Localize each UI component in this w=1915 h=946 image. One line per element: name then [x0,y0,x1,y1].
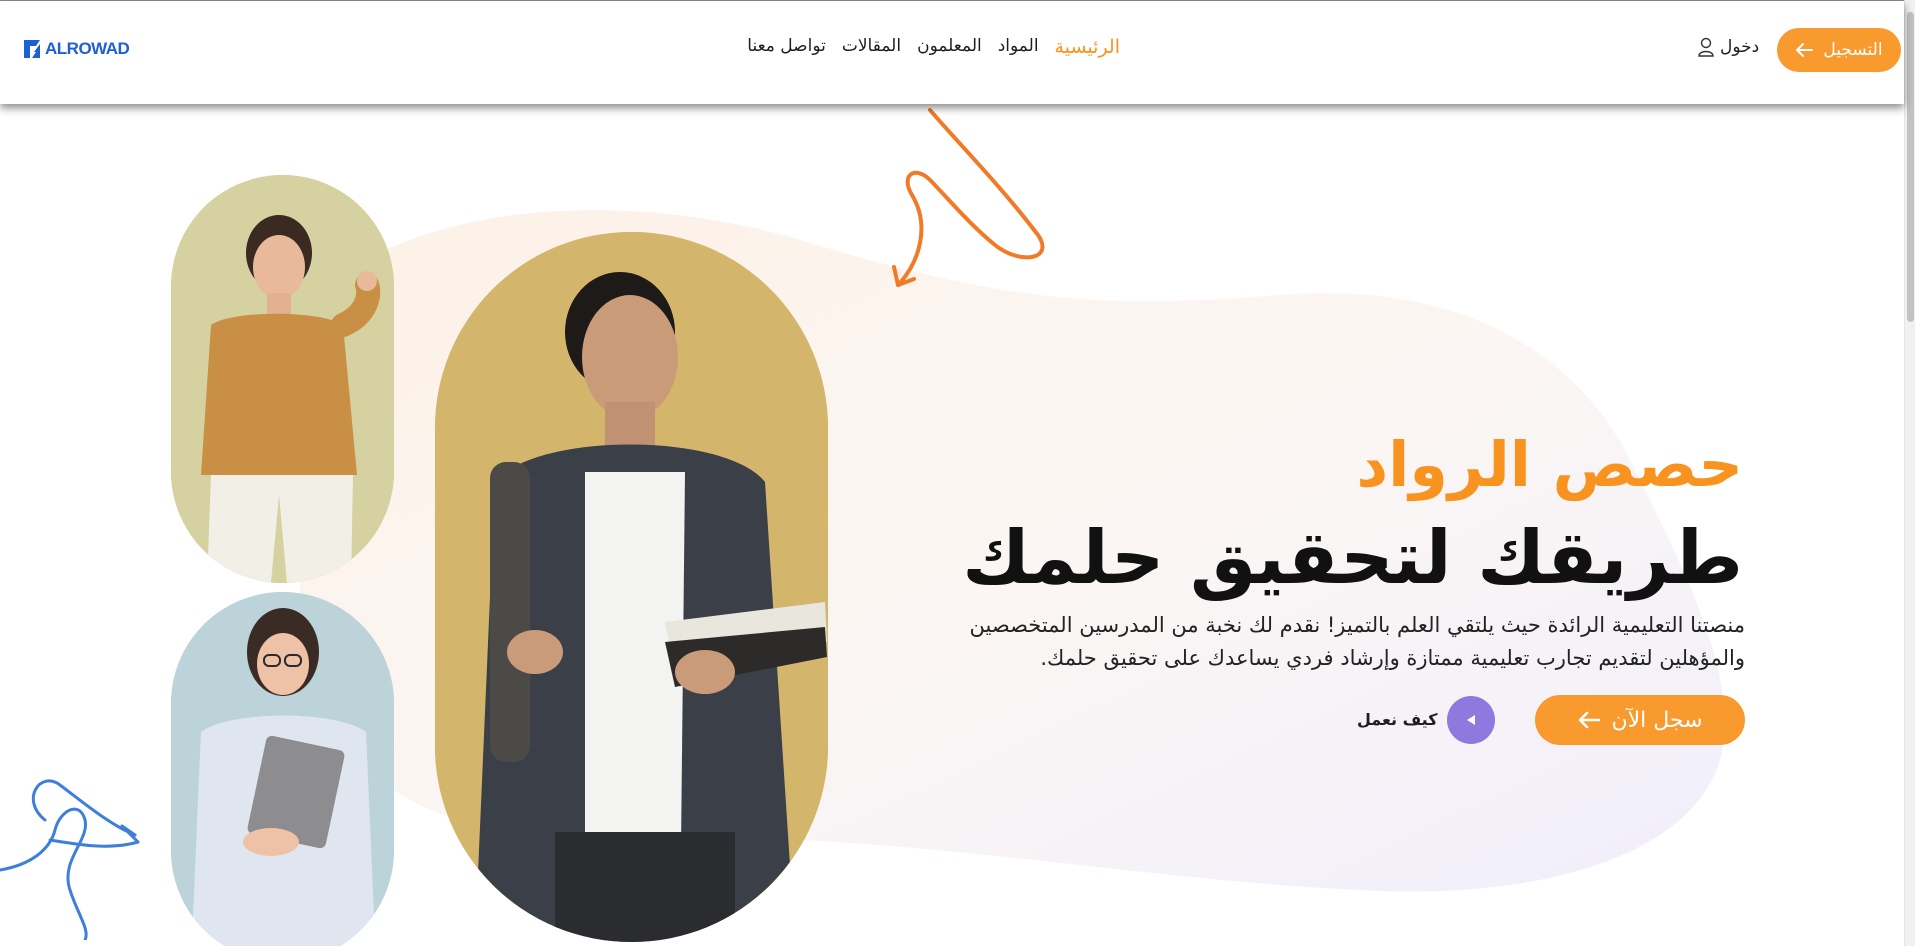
play-icon [1467,715,1475,725]
play-video-button[interactable] [1447,696,1495,744]
logo-text: ALROWAD [45,39,130,58]
page-scrollbar[interactable] [1904,0,1915,946]
how-we-work-link[interactable]: كيف نعمل [1357,710,1438,729]
page: ALROWAD الرئيسية المواد المعلمون المقالا… [0,0,1915,946]
decorative-orange-squiggle [892,108,1045,287]
student-photo-woman-pointing [171,175,394,583]
nav-item-home[interactable]: الرئيسية [1055,36,1120,58]
signup-now-button[interactable]: سجل الآن [1535,695,1745,745]
nav-item-articles[interactable]: المقالات [842,36,901,58]
nav-item-contact[interactable]: تواصل معنا [747,36,826,58]
scrollbar-thumb[interactable] [1907,12,1914,322]
hero-description: منصتنا التعليمية الرائدة حيث يلتقي العلم… [969,613,1745,670]
logo-mark-icon [24,40,40,58]
login-link[interactable]: دخول [1698,37,1759,57]
signup-now-label: سجل الآن [1611,707,1703,733]
register-button[interactable]: التسجيل [1777,28,1901,72]
register-label: التسجيل [1823,40,1883,60]
login-label: دخول [1720,37,1760,57]
hero-title-tagline: طريقك لتحقيق حلمك [962,515,1743,601]
main-nav: الرئيسية المواد المعلمون المقالات تواصل … [700,36,1120,58]
nav-item-teachers[interactable]: المعلمون [917,36,982,58]
arrow-left-icon [1579,711,1601,729]
arrow-left-icon [1796,43,1814,57]
hero-title-brand: حصص الرواد [1356,428,1743,501]
decorative-blue-squiggle [0,779,140,940]
site-logo[interactable]: ALROWAD [22,38,130,60]
student-photo-man-books [435,232,828,942]
nav-item-subjects[interactable]: المواد [998,36,1039,58]
student-photo-woman-laptop [171,592,394,946]
user-icon [1698,37,1714,57]
site-header: ALROWAD الرئيسية المواد المعلمون المقالا… [0,1,1904,104]
